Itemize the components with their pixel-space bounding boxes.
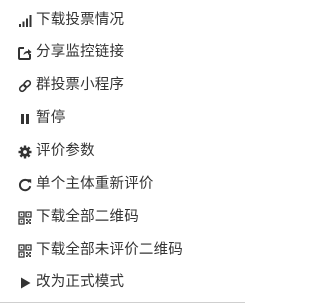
menu-item-label: 暂停 <box>36 110 66 126</box>
menu-item-label: 评价参数 <box>36 143 95 159</box>
menu-item-re-evaluate-single[interactable]: 单个主体重新评价 <box>0 168 245 201</box>
menu-item-label: 下载全部二维码 <box>36 209 139 225</box>
menu-item-share-monitor-link[interactable]: 分享监控链接 <box>0 36 245 69</box>
qrcode-icon <box>18 210 32 225</box>
signal-bars-icon <box>18 14 32 28</box>
menu-item-label: 下载全部未评价二维码 <box>36 242 183 258</box>
share-icon <box>18 46 32 60</box>
menu-item-label: 分享监控链接 <box>36 44 125 60</box>
menu-item-download-unevaluated-qrcodes[interactable]: 下载全部未评价二维码 <box>0 234 245 267</box>
gear-icon <box>18 145 32 159</box>
dropdown-menu: 下载投票情况 分享监控链接 群投票小程序 暂停 评价参数 单个主体重新评价 下载… <box>0 0 245 303</box>
menu-item-label: 改为正式模式 <box>36 274 125 290</box>
pause-icon <box>18 112 32 126</box>
play-icon <box>18 276 32 290</box>
menu-item-label: 下载投票情况 <box>36 12 125 28</box>
qrcode-icon <box>18 243 32 258</box>
menu-item-evaluation-params[interactable]: 评价参数 <box>0 135 245 168</box>
menu-item-label: 群投票小程序 <box>36 77 125 93</box>
link-icon <box>18 79 32 93</box>
menu-item-download-vote-status[interactable]: 下载投票情况 <box>0 4 245 37</box>
menu-item-label: 单个主体重新评价 <box>36 176 154 192</box>
refresh-icon <box>18 178 32 192</box>
menu-bottom-border <box>0 302 245 303</box>
menu-item-switch-to-formal-mode[interactable]: 改为正式模式 <box>0 266 245 299</box>
menu-item-group-vote-miniprogram[interactable]: 群投票小程序 <box>0 69 245 102</box>
menu-item-download-all-qrcodes[interactable]: 下载全部二维码 <box>0 201 245 234</box>
menu-item-pause[interactable]: 暂停 <box>0 102 245 135</box>
